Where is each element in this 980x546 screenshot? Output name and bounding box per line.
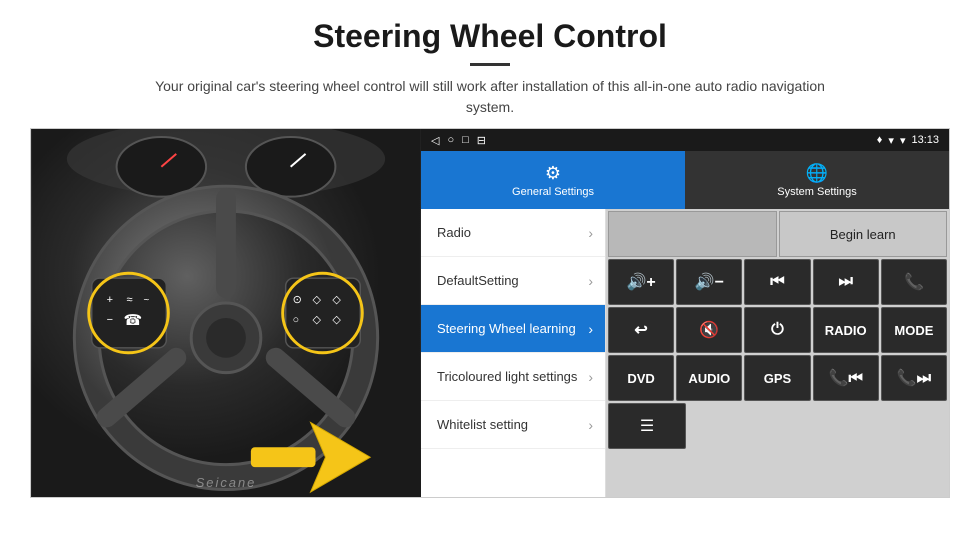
left-menu: Radio › DefaultSetting › Steering Wheel … bbox=[421, 209, 606, 497]
next-track-button[interactable]: ⏭ bbox=[813, 259, 879, 305]
vol-up-icon: 🔊+ bbox=[626, 272, 655, 292]
status-left: ◁ ○ □ ⊟ bbox=[431, 134, 486, 147]
menu-icon: ⊟ bbox=[477, 134, 486, 147]
dvd-label: DVD bbox=[627, 371, 654, 386]
vol-down-icon: 🔊− bbox=[695, 272, 724, 292]
tab-bar: ⚙ General Settings 🌐 System Settings bbox=[421, 151, 949, 209]
phone-button[interactable]: 📞 bbox=[881, 259, 947, 305]
menu-item-default-setting[interactable]: DefaultSetting › bbox=[421, 257, 605, 305]
prev-track-icon: ⏮ bbox=[770, 273, 784, 291]
phone-icon: 📞 bbox=[904, 272, 924, 292]
steering-wheel-bg: + ≈ − ☎ ~ ⊙ ◇ ◇ ○ ◇ ◇ bbox=[31, 129, 421, 497]
gps-button[interactable]: GPS bbox=[744, 355, 810, 401]
svg-text:⊙: ⊙ bbox=[293, 294, 302, 306]
audio-label: AUDIO bbox=[688, 371, 730, 386]
home-icon: ○ bbox=[447, 134, 454, 147]
svg-text:○: ○ bbox=[293, 314, 300, 326]
vol-down-button[interactable]: 🔊− bbox=[676, 259, 742, 305]
controls-row-4: ☰ bbox=[608, 403, 947, 449]
phone-next-button[interactable]: 📞⏭ bbox=[881, 355, 947, 401]
menu-whitelist-label: Whitelist setting bbox=[437, 417, 588, 432]
menu-default-label: DefaultSetting bbox=[437, 273, 588, 288]
svg-text:−: − bbox=[107, 314, 113, 326]
controls-row-2: ↩ 🔇 ⏻ RADIO MODE bbox=[608, 307, 947, 353]
svg-text:☎: ☎ bbox=[124, 313, 143, 329]
phone-prev-button[interactable]: 📞⏮ bbox=[813, 355, 879, 401]
menu-steering-label: Steering Wheel learning bbox=[437, 321, 588, 336]
page-title: Steering Wheel Control bbox=[40, 18, 940, 55]
system-icon: 🌐 bbox=[806, 163, 828, 184]
title-divider bbox=[470, 63, 510, 66]
vol-up-button[interactable]: 🔊+ bbox=[608, 259, 674, 305]
list-button[interactable]: ☰ bbox=[608, 403, 686, 449]
svg-text:+: + bbox=[107, 294, 113, 306]
page-subtitle: Your original car's steering wheel contr… bbox=[140, 76, 840, 118]
tab-system-label: System Settings bbox=[777, 186, 856, 198]
power-button[interactable]: ⏻ bbox=[744, 307, 810, 353]
status-bar: ◁ ○ □ ⊟ ♦ ▾ ▾ 13:13 bbox=[421, 129, 949, 151]
mute-button[interactable]: 🔇 bbox=[676, 307, 742, 353]
tab-general-label: General Settings bbox=[512, 186, 594, 198]
controls-row-3: DVD AUDIO GPS 📞⏮ 📞⏭ bbox=[608, 355, 947, 401]
dvd-button[interactable]: DVD bbox=[608, 355, 674, 401]
back-call-button[interactable]: ↩ bbox=[608, 307, 674, 353]
chevron-steering-icon: › bbox=[588, 321, 593, 337]
chevron-whitelist-icon: › bbox=[588, 417, 593, 433]
radio-label: RADIO bbox=[825, 323, 867, 338]
menu-radio-label: Radio bbox=[437, 225, 588, 240]
svg-text:◇: ◇ bbox=[332, 314, 341, 326]
top-controls-row: Begin learn bbox=[608, 211, 947, 257]
power-icon: ⏻ bbox=[771, 321, 784, 339]
begin-learn-button[interactable]: Begin learn bbox=[779, 211, 948, 257]
header-section: Steering Wheel Control Your original car… bbox=[0, 0, 980, 128]
phone-next-icon: 📞⏭ bbox=[897, 368, 931, 388]
next-track-icon: ⏭ bbox=[839, 273, 853, 291]
menu-item-radio[interactable]: Radio › bbox=[421, 209, 605, 257]
radio-button[interactable]: RADIO bbox=[813, 307, 879, 353]
menu-item-tricoloured[interactable]: Tricoloured light settings › bbox=[421, 353, 605, 401]
svg-text:~: ~ bbox=[143, 295, 149, 306]
menu-tricoloured-label: Tricoloured light settings bbox=[437, 369, 588, 384]
mode-button[interactable]: MODE bbox=[881, 307, 947, 353]
back-call-icon: ↩ bbox=[634, 320, 647, 340]
page-container: Steering Wheel Control Your original car… bbox=[0, 0, 980, 498]
phone-prev-icon: 📞⏮ bbox=[829, 368, 863, 388]
controls-row-1: 🔊+ 🔊− ⏮ ⏭ 📞 bbox=[608, 259, 947, 305]
list-icon: ☰ bbox=[640, 416, 654, 436]
audio-button[interactable]: AUDIO bbox=[676, 355, 742, 401]
svg-text:◇: ◇ bbox=[332, 294, 341, 306]
chevron-tricoloured-icon: › bbox=[588, 369, 593, 385]
right-controls-panel: Begin learn 🔊+ 🔊− ⏮ bbox=[606, 209, 949, 497]
status-right: ♦ ▾ ▾ 13:13 bbox=[877, 134, 939, 147]
svg-text:Seicane: Seicane bbox=[196, 475, 257, 490]
android-panel: ◁ ○ □ ⊟ ♦ ▾ ▾ 13:13 ⚙ General Settings bbox=[421, 129, 949, 497]
prev-track-button[interactable]: ⏮ bbox=[744, 259, 810, 305]
svg-text:≈: ≈ bbox=[127, 294, 133, 306]
back-icon: ◁ bbox=[431, 134, 439, 147]
signal-icon: ▾ bbox=[900, 134, 906, 147]
wifi-icon: ▾ bbox=[888, 134, 894, 147]
recents-icon: □ bbox=[462, 134, 469, 147]
content-area: + ≈ − ☎ ~ ⊙ ◇ ◇ ○ ◇ ◇ bbox=[30, 128, 950, 498]
gps-label: GPS bbox=[764, 371, 791, 386]
menu-content: Radio › DefaultSetting › Steering Wheel … bbox=[421, 209, 949, 497]
svg-text:◇: ◇ bbox=[313, 294, 322, 306]
location-icon: ♦ bbox=[877, 134, 883, 146]
settings-icon: ⚙ bbox=[545, 163, 561, 184]
steering-wheel-panel: + ≈ − ☎ ~ ⊙ ◇ ◇ ○ ◇ ◇ bbox=[31, 129, 421, 497]
tab-general-settings[interactable]: ⚙ General Settings bbox=[421, 151, 685, 209]
chevron-default-icon: › bbox=[588, 273, 593, 289]
menu-item-steering-wheel[interactable]: Steering Wheel learning › bbox=[421, 305, 605, 353]
svg-text:◇: ◇ bbox=[313, 314, 322, 326]
empty-display-box bbox=[608, 211, 777, 257]
mute-icon: 🔇 bbox=[699, 320, 719, 340]
mode-label: MODE bbox=[894, 323, 933, 338]
steering-wheel-svg: + ≈ − ☎ ~ ⊙ ◇ ◇ ○ ◇ ◇ bbox=[31, 129, 421, 497]
tab-system-settings[interactable]: 🌐 System Settings bbox=[685, 151, 949, 209]
menu-item-whitelist[interactable]: Whitelist setting › bbox=[421, 401, 605, 449]
time-display: 13:13 bbox=[911, 134, 939, 146]
chevron-radio-icon: › bbox=[588, 225, 593, 241]
